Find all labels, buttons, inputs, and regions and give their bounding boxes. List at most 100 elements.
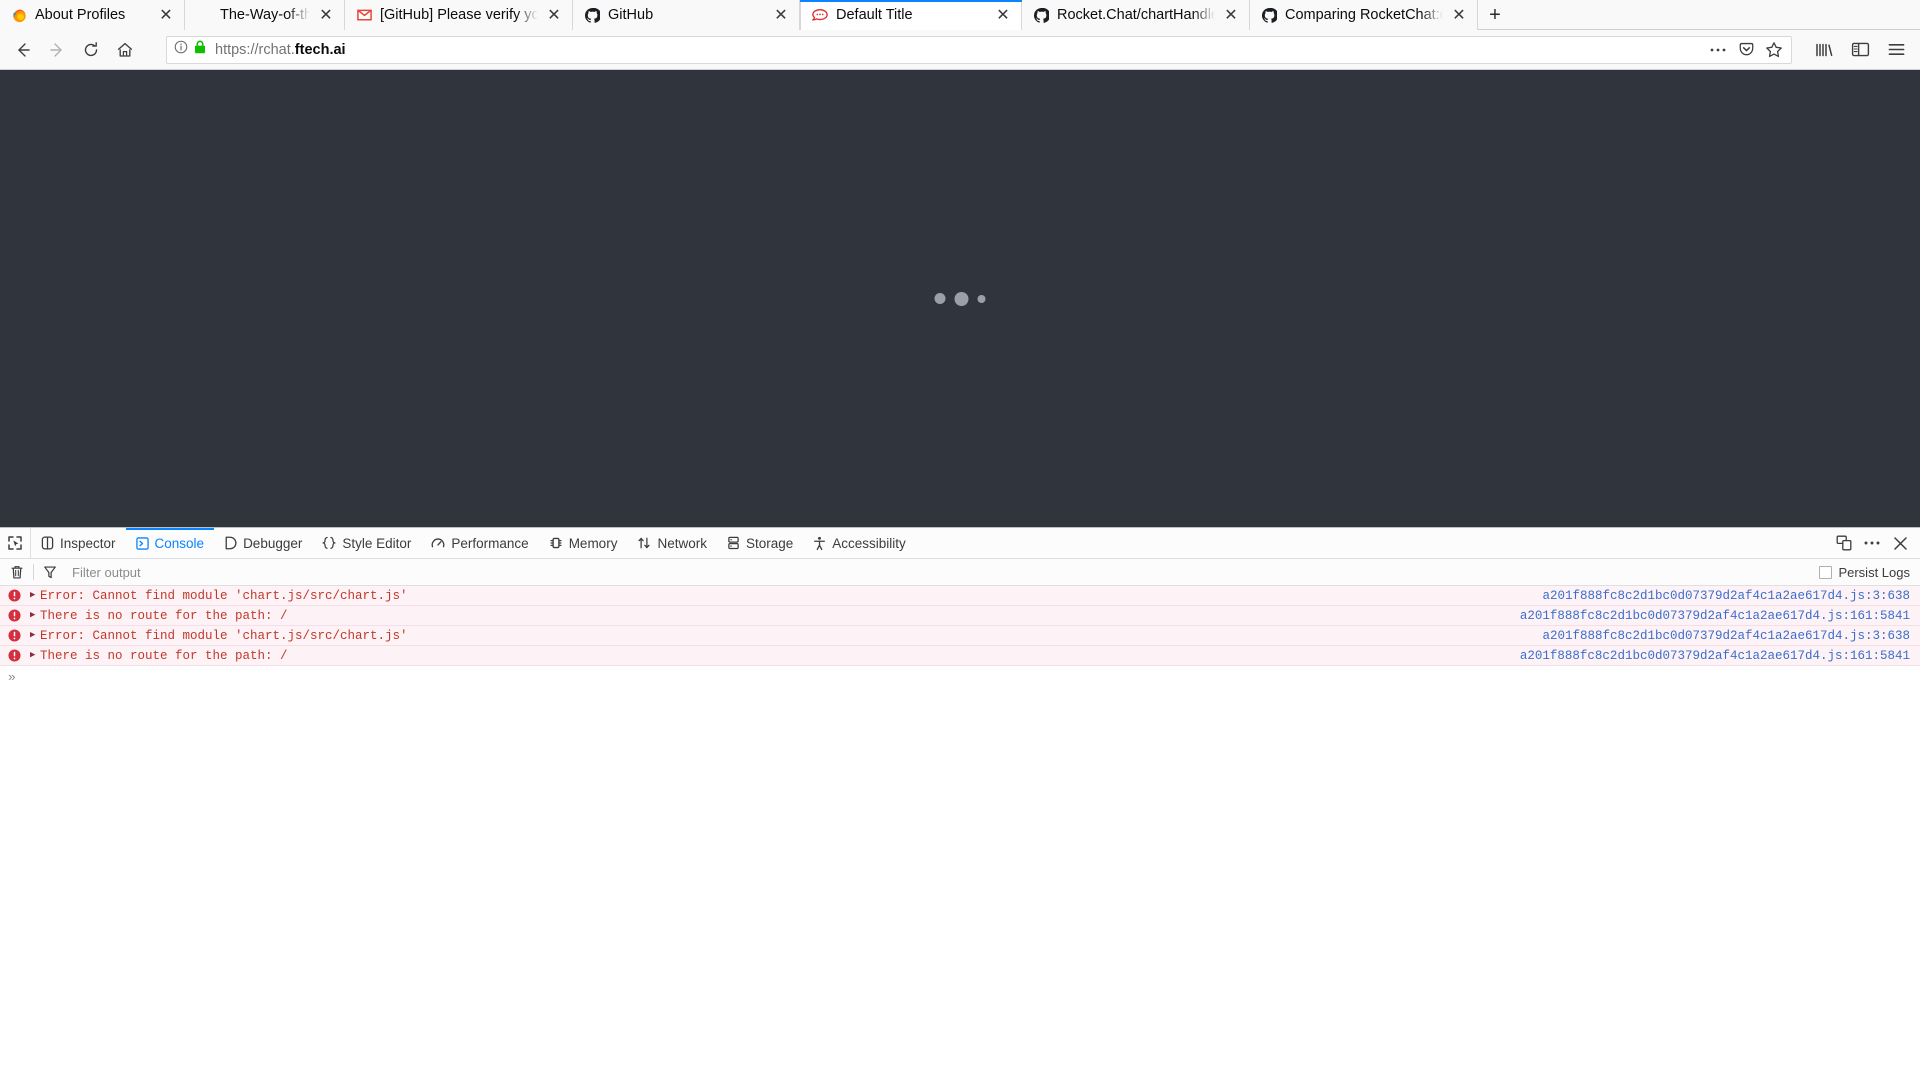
error-icon bbox=[8, 589, 21, 602]
devtools-tab-label: Storage bbox=[745, 535, 794, 551]
responsive-design-mode-icon[interactable] bbox=[1831, 530, 1857, 556]
pocket-icon[interactable] bbox=[1733, 38, 1759, 62]
identity-box[interactable] bbox=[174, 40, 206, 59]
expand-arrow-icon[interactable]: ▶ bbox=[30, 611, 40, 620]
console-output[interactable]: ▶ Error: Cannot find module 'chart.js/sr… bbox=[0, 586, 1920, 1080]
network-icon bbox=[637, 536, 651, 550]
devtools-tab-list: Inspector Console Debugger Style Editor … bbox=[31, 528, 1831, 558]
browser-tab-6[interactable]: Comparing RocketChat:d ✕ bbox=[1250, 0, 1478, 30]
home-icon[interactable] bbox=[108, 35, 142, 65]
page-actions-ellipsis-icon[interactable] bbox=[1705, 38, 1731, 62]
navigation-toolbar: https://rchat.ftech.ai bbox=[0, 30, 1920, 70]
devtools-tab-memory[interactable]: Memory bbox=[539, 528, 628, 558]
devtools-tab-console[interactable]: Console bbox=[125, 528, 215, 558]
urlbar-actions bbox=[1705, 38, 1787, 62]
close-tab-icon[interactable]: ✕ bbox=[771, 5, 791, 25]
close-tab-icon[interactable]: ✕ bbox=[1449, 5, 1469, 25]
console-message-row[interactable]: ▶ Error: Cannot find module 'chart.js/sr… bbox=[0, 626, 1920, 646]
bookmark-star-icon[interactable] bbox=[1761, 38, 1787, 62]
browser-tab-5[interactable]: Rocket.Chat/chartHandle ✕ bbox=[1022, 0, 1250, 30]
persist-logs-checkbox[interactable] bbox=[1819, 565, 1833, 579]
app-menu-icon[interactable] bbox=[1878, 35, 1914, 65]
filter-output-input[interactable] bbox=[63, 561, 1820, 583]
new-tab-button[interactable]: + bbox=[1478, 0, 1512, 29]
console-message-source-link[interactable]: a201f888fc8c2d1bc0d07379d2af4c1a2ae617d4… bbox=[1520, 609, 1920, 623]
console-message-row[interactable]: ▶ Error: Cannot find module 'chart.js/sr… bbox=[0, 586, 1920, 606]
console-message-source-link[interactable]: a201f888fc8c2d1bc0d07379d2af4c1a2ae617d4… bbox=[1542, 589, 1920, 603]
back-arrow-icon[interactable] bbox=[6, 35, 40, 65]
error-icon bbox=[8, 629, 21, 642]
browser-tab-title: [GitHub] Please verify yo bbox=[380, 7, 538, 23]
console-message-source-link[interactable]: a201f888fc8c2d1bc0d07379d2af4c1a2ae617d4… bbox=[1542, 629, 1920, 643]
close-tab-icon[interactable]: ✕ bbox=[1221, 5, 1241, 25]
browser-tab-title: GitHub bbox=[608, 7, 654, 23]
expand-arrow-icon[interactable]: ▶ bbox=[30, 591, 40, 600]
inspector-icon bbox=[41, 536, 54, 550]
url-scheme-host: https://rchat. bbox=[215, 41, 295, 58]
close-tab-icon[interactable]: ✕ bbox=[156, 5, 176, 25]
persist-logs-toggle[interactable]: Persist Logs bbox=[1819, 565, 1920, 580]
browser-tab-2[interactable]: [GitHub] Please verify yo ✕ bbox=[345, 0, 573, 30]
reload-icon[interactable] bbox=[74, 35, 108, 65]
page-viewport bbox=[0, 70, 1920, 527]
console-message-text: There is no route for the path: / bbox=[40, 608, 288, 623]
close-tab-icon[interactable]: ✕ bbox=[544, 5, 564, 25]
browser-tab-4[interactable]: Default Title ✕ bbox=[800, 0, 1022, 30]
browser-tab-title: About Profiles bbox=[35, 7, 126, 23]
browser-tab-title: Default Title bbox=[836, 7, 913, 23]
console-message-row[interactable]: ▶ There is no route for the path: / a201… bbox=[0, 646, 1920, 666]
console-message-row[interactable]: ▶ There is no route for the path: / a201… bbox=[0, 606, 1920, 626]
devtools-tab-accessibility[interactable]: Accessibility bbox=[803, 528, 916, 558]
url-bar[interactable]: https://rchat.ftech.ai bbox=[166, 35, 1792, 64]
element-picker-icon[interactable] bbox=[0, 528, 31, 558]
devtools-tab-label: Style Editor bbox=[342, 535, 412, 551]
devtools-toolbar: Inspector Console Debugger Style Editor … bbox=[0, 528, 1920, 559]
secure-lock-icon[interactable] bbox=[194, 40, 206, 59]
debugger-icon bbox=[224, 536, 237, 550]
toolbar-right-buttons bbox=[1806, 35, 1914, 65]
loading-dot bbox=[934, 293, 946, 304]
sidebar-icon[interactable] bbox=[1842, 35, 1878, 65]
console-input-prompt[interactable]: » bbox=[0, 666, 1920, 688]
loading-spinner bbox=[934, 291, 986, 306]
expand-arrow-icon[interactable]: ▶ bbox=[30, 631, 40, 640]
browser-tab-1[interactable]: The-Way-of-the-Superior-M ✕ bbox=[185, 0, 345, 30]
gmail-icon bbox=[356, 7, 372, 23]
devtools-tab-performance[interactable]: Performance bbox=[421, 528, 538, 558]
console-message-text: Error: Cannot find module 'chart.js/src/… bbox=[40, 628, 408, 643]
devtools-tab-label: Debugger bbox=[243, 535, 303, 551]
url-domain: ftech.ai bbox=[294, 41, 346, 58]
page-info-icon[interactable] bbox=[174, 40, 188, 59]
close-tab-icon[interactable]: ✕ bbox=[316, 5, 336, 25]
memory-icon bbox=[549, 536, 563, 550]
error-icon bbox=[8, 649, 21, 662]
accessibility-icon bbox=[813, 536, 826, 551]
loading-dot bbox=[977, 294, 986, 303]
devtools-tab-style-editor[interactable]: Style Editor bbox=[312, 528, 421, 558]
devtools-tab-debugger[interactable]: Debugger bbox=[214, 528, 312, 558]
browser-tab-3[interactable]: GitHub ✕ bbox=[573, 0, 800, 30]
browser-tab-0[interactable]: About Profiles ✕ bbox=[0, 0, 185, 30]
devtools-menu-icon[interactable] bbox=[1859, 530, 1885, 556]
devtools-tab-label: Memory bbox=[568, 535, 618, 551]
close-devtools-icon[interactable] bbox=[1887, 530, 1913, 556]
devtools-tab-storage[interactable]: Storage bbox=[717, 528, 803, 558]
url-text[interactable]: https://rchat.ftech.ai bbox=[215, 42, 1705, 58]
rocketchat-icon bbox=[812, 7, 828, 23]
trash-icon[interactable] bbox=[4, 561, 30, 583]
close-tab-icon[interactable]: ✕ bbox=[993, 5, 1013, 25]
devtools-tab-inspector[interactable]: Inspector bbox=[31, 528, 126, 558]
devtools-tab-network[interactable]: Network bbox=[627, 528, 717, 558]
browser-tab-title: Comparing RocketChat:d bbox=[1285, 7, 1443, 23]
devtools-tab-label: Accessibility bbox=[832, 535, 906, 551]
devtools-panel: Inspector Console Debugger Style Editor … bbox=[0, 527, 1920, 1080]
expand-arrow-icon[interactable]: ▶ bbox=[30, 651, 40, 660]
forward-arrow-icon[interactable] bbox=[40, 35, 74, 65]
devtools-tab-label: Inspector bbox=[60, 535, 116, 551]
funnel-icon[interactable] bbox=[37, 561, 63, 583]
github-icon bbox=[1033, 7, 1049, 23]
library-icon[interactable] bbox=[1806, 35, 1842, 65]
performance-icon bbox=[431, 536, 445, 550]
console-filter-bar: Persist Logs bbox=[0, 559, 1920, 586]
console-message-source-link[interactable]: a201f888fc8c2d1bc0d07379d2af4c1a2ae617d4… bbox=[1520, 649, 1920, 663]
